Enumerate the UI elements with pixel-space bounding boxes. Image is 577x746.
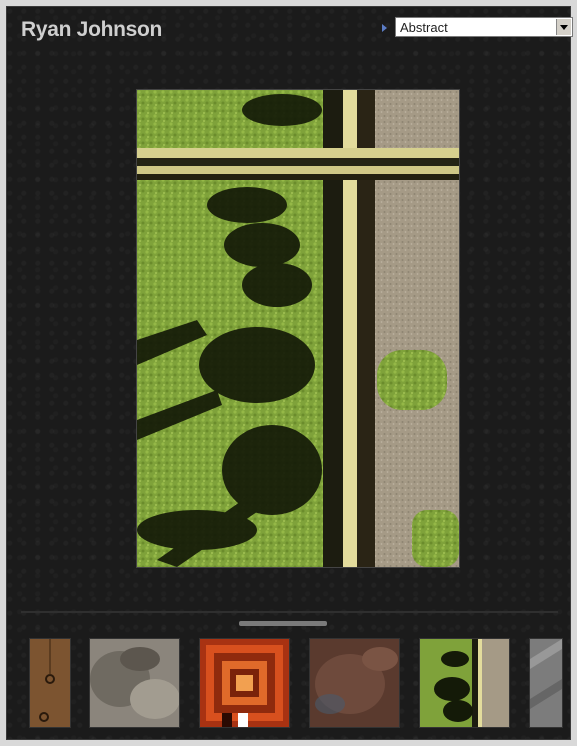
brown-texture-icon — [310, 639, 399, 727]
grey-texture-icon — [90, 639, 179, 727]
main-photo-image — [137, 90, 459, 567]
gallery-panel: Ryan Johnson Abstract — [6, 6, 573, 740]
thumbnail-4[interactable] — [309, 638, 400, 728]
thumbnail-1[interactable] — [29, 638, 71, 728]
main-photo[interactable] — [136, 89, 460, 568]
dropdown-pointer-icon — [382, 24, 387, 32]
shadow-grass-icon — [420, 639, 509, 727]
chevron-down-icon[interactable] — [556, 19, 571, 35]
thumbnail-6[interactable] — [529, 638, 563, 728]
grey-partial-icon — [530, 639, 562, 727]
thumbnail-divider — [21, 611, 558, 613]
category-select[interactable]: Abstract — [395, 17, 573, 37]
thumbnail-5[interactable] — [419, 638, 510, 728]
orange-frames-icon — [200, 639, 289, 727]
page-title: Ryan Johnson — [21, 18, 163, 41]
category-select-value: Abstract — [400, 20, 448, 35]
thumbnail-scroll-handle[interactable] — [239, 621, 327, 626]
rusty-metal-icon — [30, 639, 70, 727]
thumbnail-2[interactable] — [89, 638, 180, 728]
thumbnail-3[interactable] — [199, 638, 290, 728]
